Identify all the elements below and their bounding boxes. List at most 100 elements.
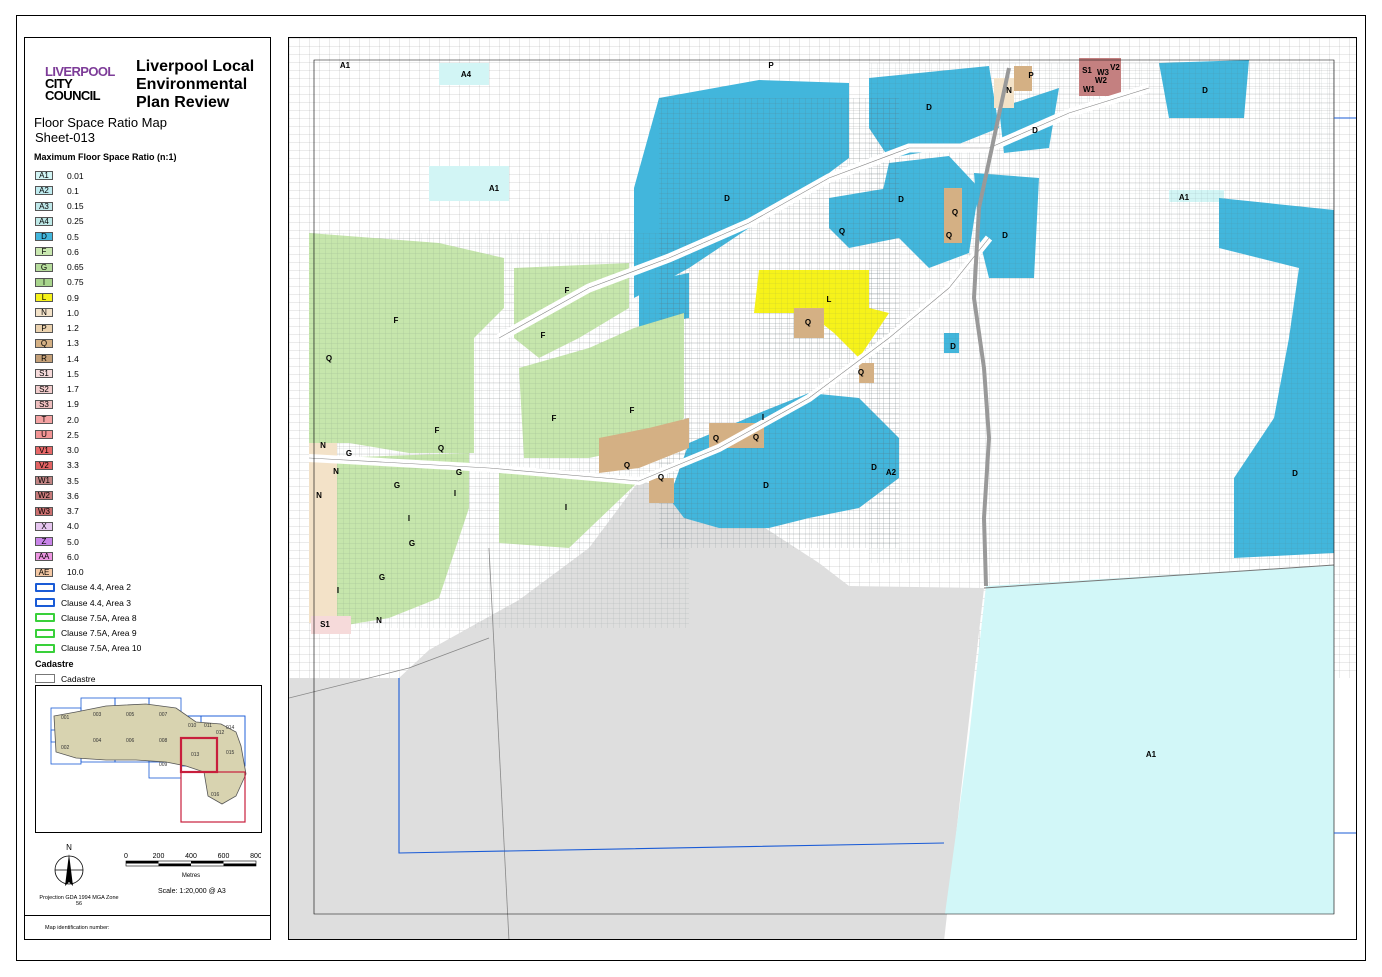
cadastre-label: Cadastre — [61, 673, 96, 684]
legend-clause-label: Clause 7.5A, Area 8 — [61, 612, 137, 623]
legend-clause-label: Clause 4.4, Area 3 — [61, 597, 131, 608]
legend-value: 3.5 — [67, 475, 79, 486]
legend-swatch: P — [35, 323, 53, 333]
legend-item: AA 6.0 — [35, 549, 265, 564]
legend-value: 3.6 — [67, 490, 79, 501]
legend-swatch: I — [35, 277, 53, 287]
label-g-3: G — [379, 573, 385, 582]
svg-text:010: 010 — [188, 723, 197, 729]
cadastre-heading: Cadastre — [35, 658, 74, 669]
legend-swatch: Z — [35, 537, 53, 547]
label-d-3: D — [1032, 126, 1038, 135]
legend-value: 0.01 — [67, 170, 84, 181]
legend-clause-label: Clause 7.5A, Area 9 — [61, 628, 137, 639]
cadastre-swatch — [35, 674, 55, 684]
legend-value: 0.65 — [67, 262, 84, 273]
label-a1-south: A1 — [1146, 750, 1157, 759]
label-a1-east: A1 — [1179, 193, 1190, 202]
svg-text:015: 015 — [226, 750, 235, 756]
svg-text:007: 007 — [159, 712, 168, 718]
scale-units: Metres — [182, 873, 200, 879]
label-i-1: I — [408, 514, 410, 523]
label-q-2: Q — [326, 354, 332, 363]
scale-tick-label: 800 — [250, 853, 261, 860]
legend-clause-label: Clause 7.5A, Area 10 — [61, 643, 142, 654]
label-s1-1: S1 — [320, 620, 330, 629]
label-q-3: Q — [438, 444, 444, 453]
legend-item: L 0.9 — [35, 290, 265, 305]
legend-item: W1 3.5 — [35, 473, 265, 488]
svg-text:011: 011 — [204, 723, 212, 729]
label-f-3: F — [541, 331, 546, 340]
label-n-4: N — [316, 491, 322, 500]
legend-swatch: L — [35, 293, 53, 303]
legend-item: W3 3.7 — [35, 504, 265, 519]
scale-tick-label: 200 — [153, 853, 165, 860]
label-f-4: F — [435, 426, 440, 435]
svg-text:004: 004 — [93, 738, 102, 744]
legend-swatch: X — [35, 521, 53, 531]
label-f-2: F — [565, 286, 570, 295]
legend-item: S1 1.5 — [35, 366, 265, 381]
legend-value: 0.75 — [67, 277, 84, 288]
label-d-4: D — [898, 195, 904, 204]
legend-swatch: AA — [35, 552, 53, 562]
legend-value: 0.9 — [67, 292, 79, 303]
legend-swatch: S1 — [35, 369, 53, 379]
legend-swatch: A3 — [35, 201, 53, 211]
legend-clause-item: Clause 4.4, Area 3 — [35, 595, 265, 610]
label-q-4: Q — [624, 461, 630, 470]
legend-item: AE 10.0 — [35, 565, 265, 580]
legend-swatch: Q — [35, 338, 53, 348]
legend-swatch: A1 — [35, 171, 53, 181]
label-n-3: N — [333, 467, 339, 476]
label-d-7: D — [1292, 469, 1298, 478]
north-label: N — [66, 843, 72, 852]
legend-clause-swatch — [35, 643, 55, 653]
floor-space-ratio-map[interactable]: A1 A4 A1 A1 A1 A2 D D D D D D D D D D F … — [289, 38, 1357, 940]
label-i-2: I — [337, 586, 339, 595]
svg-text:009: 009 — [159, 762, 168, 768]
index-map-svg: 001 002 003 004 005 006 007 008 010 011 014 00… — [50, 697, 247, 823]
label-d-2: D — [926, 103, 932, 112]
svg-text:008: 008 — [159, 738, 168, 744]
legend-item: A4 0.25 — [35, 214, 265, 229]
map-panel[interactable]: A1 A4 A1 A1 A1 A2 D D D D D D D D D D F … — [288, 37, 1357, 940]
legend-swatch: W2 — [35, 491, 53, 501]
scale-tick-label: 400 — [185, 853, 197, 860]
logo-line-3: COUNCIL — [45, 88, 101, 103]
label-d-6: D — [1202, 86, 1208, 95]
label-q-11: Q — [658, 473, 664, 482]
legend-value: 3.3 — [67, 460, 79, 471]
legend-item: P 1.2 — [35, 321, 265, 336]
legend-swatch: V2 — [35, 460, 53, 470]
legend-swatch: V1 — [35, 445, 53, 455]
north-arrow: N — [51, 842, 87, 898]
legend-item: Q 1.3 — [35, 336, 265, 351]
legend-item: G 0.65 — [35, 260, 265, 275]
legend-cadastre-item: Cadastre — [35, 671, 265, 686]
label-q-10: Q — [858, 368, 864, 377]
legend-value: 3.0 — [67, 445, 79, 456]
label-a2: A2 — [886, 468, 897, 477]
map-subtitle: Floor Space Ratio Map Sheet-013 — [34, 115, 167, 145]
sheet-index-map: 001 002 003 004 005 006 007 008 010 011 014 00… — [35, 685, 262, 833]
legend-clause-item: Clause 4.4, Area 2 — [35, 580, 265, 595]
legend-clause-swatch — [35, 613, 55, 623]
scale-tick-label: 600 — [218, 853, 230, 860]
label-g-2: G — [409, 539, 415, 548]
legend-item: X 4.0 — [35, 519, 265, 534]
legend-swatch: S2 — [35, 384, 53, 394]
svg-text:012: 012 — [216, 730, 225, 736]
legend-clause-swatch — [35, 598, 55, 608]
legend-value: 1.4 — [67, 353, 79, 364]
label-q-5: Q — [713, 434, 719, 443]
legend-item: A3 0.15 — [35, 199, 265, 214]
label-q-7: Q — [952, 208, 958, 217]
legend-swatch: T — [35, 415, 53, 425]
legend-item: N 1.0 — [35, 305, 265, 320]
legend-swatch: A2 — [35, 186, 53, 196]
projection-note: Projection GDA 1994 MGA Zone 56 — [39, 895, 119, 907]
legend-item: A2 0.1 — [35, 183, 265, 198]
zone-s1 — [311, 616, 351, 634]
